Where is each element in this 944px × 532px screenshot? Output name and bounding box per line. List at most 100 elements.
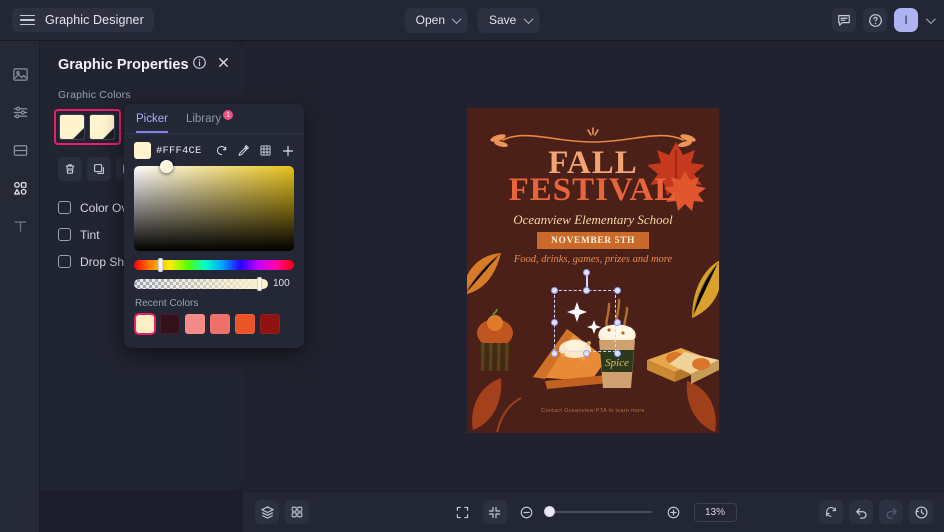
hex-input[interactable]: #FFF4CE: [156, 145, 202, 157]
help-button[interactable]: [863, 8, 887, 32]
delete-color-button[interactable]: [58, 157, 82, 181]
color-picker-popover: Picker Library 1 #FFF4CE 100 Recent Colo…: [124, 104, 304, 348]
status-badge: 1: [223, 110, 234, 120]
resize-handle-s[interactable]: [583, 350, 590, 357]
hue-slider-handle[interactable]: [158, 258, 163, 272]
layers-button[interactable]: [255, 500, 279, 524]
top-bar: Graphic Designer Open Save I: [0, 0, 944, 41]
open-button-label: Open: [415, 13, 445, 27]
svg-text:Spice: Spice: [605, 357, 629, 369]
avatar-initial: I: [904, 13, 908, 27]
alpha-slider-handle[interactable]: [257, 276, 262, 291]
sidebar-item-text[interactable]: [0, 207, 40, 245]
resize-handle-e[interactable]: [614, 319, 621, 326]
poster-artboard[interactable]: FALL FESTIVAL Oceanview Elementary Schoo…: [467, 108, 719, 433]
leaf-icon: [472, 378, 522, 432]
avatar[interactable]: I: [894, 8, 918, 32]
app-title: Graphic Designer: [45, 13, 144, 27]
swatch-corner-icon: [103, 128, 114, 139]
sidebar-item-adjustments[interactable]: [0, 93, 40, 131]
selection-bounding-box[interactable]: [551, 269, 621, 357]
fit-selection-button[interactable]: [482, 500, 507, 524]
zoom-level-value[interactable]: 13%: [693, 502, 737, 522]
panel-header: Graphic Properties: [40, 41, 243, 75]
checkbox[interactable]: [58, 228, 71, 241]
open-button[interactable]: Open: [404, 7, 468, 33]
graphic-colors-swatch-group: [54, 109, 121, 145]
recent-color-swatch[interactable]: [260, 314, 280, 334]
resize-handle-n[interactable]: [583, 287, 590, 294]
top-bar-right: I: [832, 8, 936, 32]
eyedropper-icon[interactable]: [235, 142, 252, 159]
color-swatch[interactable]: [59, 114, 85, 140]
recent-colors-label: Recent Colors: [135, 298, 199, 309]
current-color-chip: [134, 142, 151, 159]
resize-handle-w[interactable]: [551, 319, 558, 326]
recent-color-swatch[interactable]: [134, 313, 156, 335]
top-bar-center: Open Save: [404, 7, 540, 33]
chevron-down-icon: [523, 13, 534, 24]
recent-color-swatch[interactable]: [185, 314, 205, 334]
resize-handle-sw[interactable]: [551, 350, 558, 357]
fit-to-screen-button[interactable]: [451, 500, 475, 524]
grid-view-button[interactable]: [285, 500, 309, 524]
poster-title-line2: FESTIVAL: [508, 172, 678, 208]
tab-library-label: Library: [185, 113, 222, 125]
picker-tabs: Picker Library 1: [124, 104, 304, 134]
zoom-in-button[interactable]: [662, 500, 686, 524]
tab-library[interactable]: Library 1: [185, 110, 234, 133]
swatch-corner-icon: [73, 128, 84, 139]
comment-button[interactable]: [832, 8, 856, 32]
poster-tagline: Food, drinks, games, prizes and more: [513, 254, 673, 265]
leaf-icon: [692, 260, 719, 318]
saturation-value-handle[interactable]: [160, 160, 173, 173]
recent-color-swatch[interactable]: [160, 314, 180, 334]
zoom-out-button[interactable]: [515, 500, 539, 524]
alpha-row: 100: [134, 276, 294, 291]
app-menu-button[interactable]: Graphic Designer: [12, 8, 154, 32]
refresh-icon[interactable]: [213, 142, 230, 159]
hex-row: #FFF4CE: [124, 134, 304, 159]
tab-picker-label: Picker: [136, 113, 168, 125]
tab-picker[interactable]: Picker: [136, 113, 168, 133]
close-icon[interactable]: [216, 55, 231, 75]
graphic-colors-label: Graphic Colors: [58, 89, 131, 101]
effect-label: Tint: [80, 227, 100, 242]
redo-button[interactable]: [879, 500, 903, 524]
color-swatch[interactable]: [89, 114, 115, 140]
sidebar-item-image[interactable]: [0, 55, 40, 93]
page-title: Graphic Properties: [58, 57, 189, 73]
undo-button[interactable]: [849, 500, 873, 524]
history-button[interactable]: [909, 500, 933, 524]
resize-handle-se[interactable]: [614, 350, 621, 357]
chevron-down-icon: [451, 13, 462, 24]
rotate-handle[interactable]: [583, 269, 590, 276]
canvas-area[interactable]: FALL FESTIVAL Oceanview Elementary Schoo…: [243, 41, 944, 491]
alpha-value[interactable]: 100: [273, 278, 294, 289]
save-button[interactable]: Save: [478, 7, 540, 33]
poster-date: NOVEMBER 5TH: [551, 235, 635, 246]
alpha-slider[interactable]: [134, 276, 268, 291]
recent-color-swatch[interactable]: [210, 314, 230, 334]
tool-rail: [0, 41, 40, 532]
resize-handle-nw[interactable]: [551, 287, 558, 294]
sidebar-item-layout[interactable]: [0, 131, 40, 169]
saturation-value-area[interactable]: [134, 160, 294, 251]
recent-color-swatch[interactable]: [235, 314, 255, 334]
checkbox[interactable]: [58, 201, 71, 214]
duplicate-color-button[interactable]: [87, 157, 111, 181]
sidebar-item-shapes[interactable]: [0, 169, 40, 207]
save-button-label: Save: [489, 13, 517, 27]
hue-slider[interactable]: [134, 258, 294, 272]
zoom-slider[interactable]: [543, 506, 652, 517]
zoom-slider-handle[interactable]: [543, 506, 555, 517]
refresh-button[interactable]: [819, 500, 843, 524]
resize-handle-ne[interactable]: [614, 287, 621, 294]
checkbox[interactable]: [58, 255, 71, 268]
hamburger-icon: [20, 14, 35, 26]
plus-icon[interactable]: [279, 142, 296, 159]
chevron-down-icon[interactable]: [925, 13, 936, 24]
palette-grid-icon[interactable]: [257, 142, 274, 159]
info-icon[interactable]: [192, 55, 207, 75]
poster-footer: Contact Oceanview PTA to learn more: [541, 408, 645, 414]
